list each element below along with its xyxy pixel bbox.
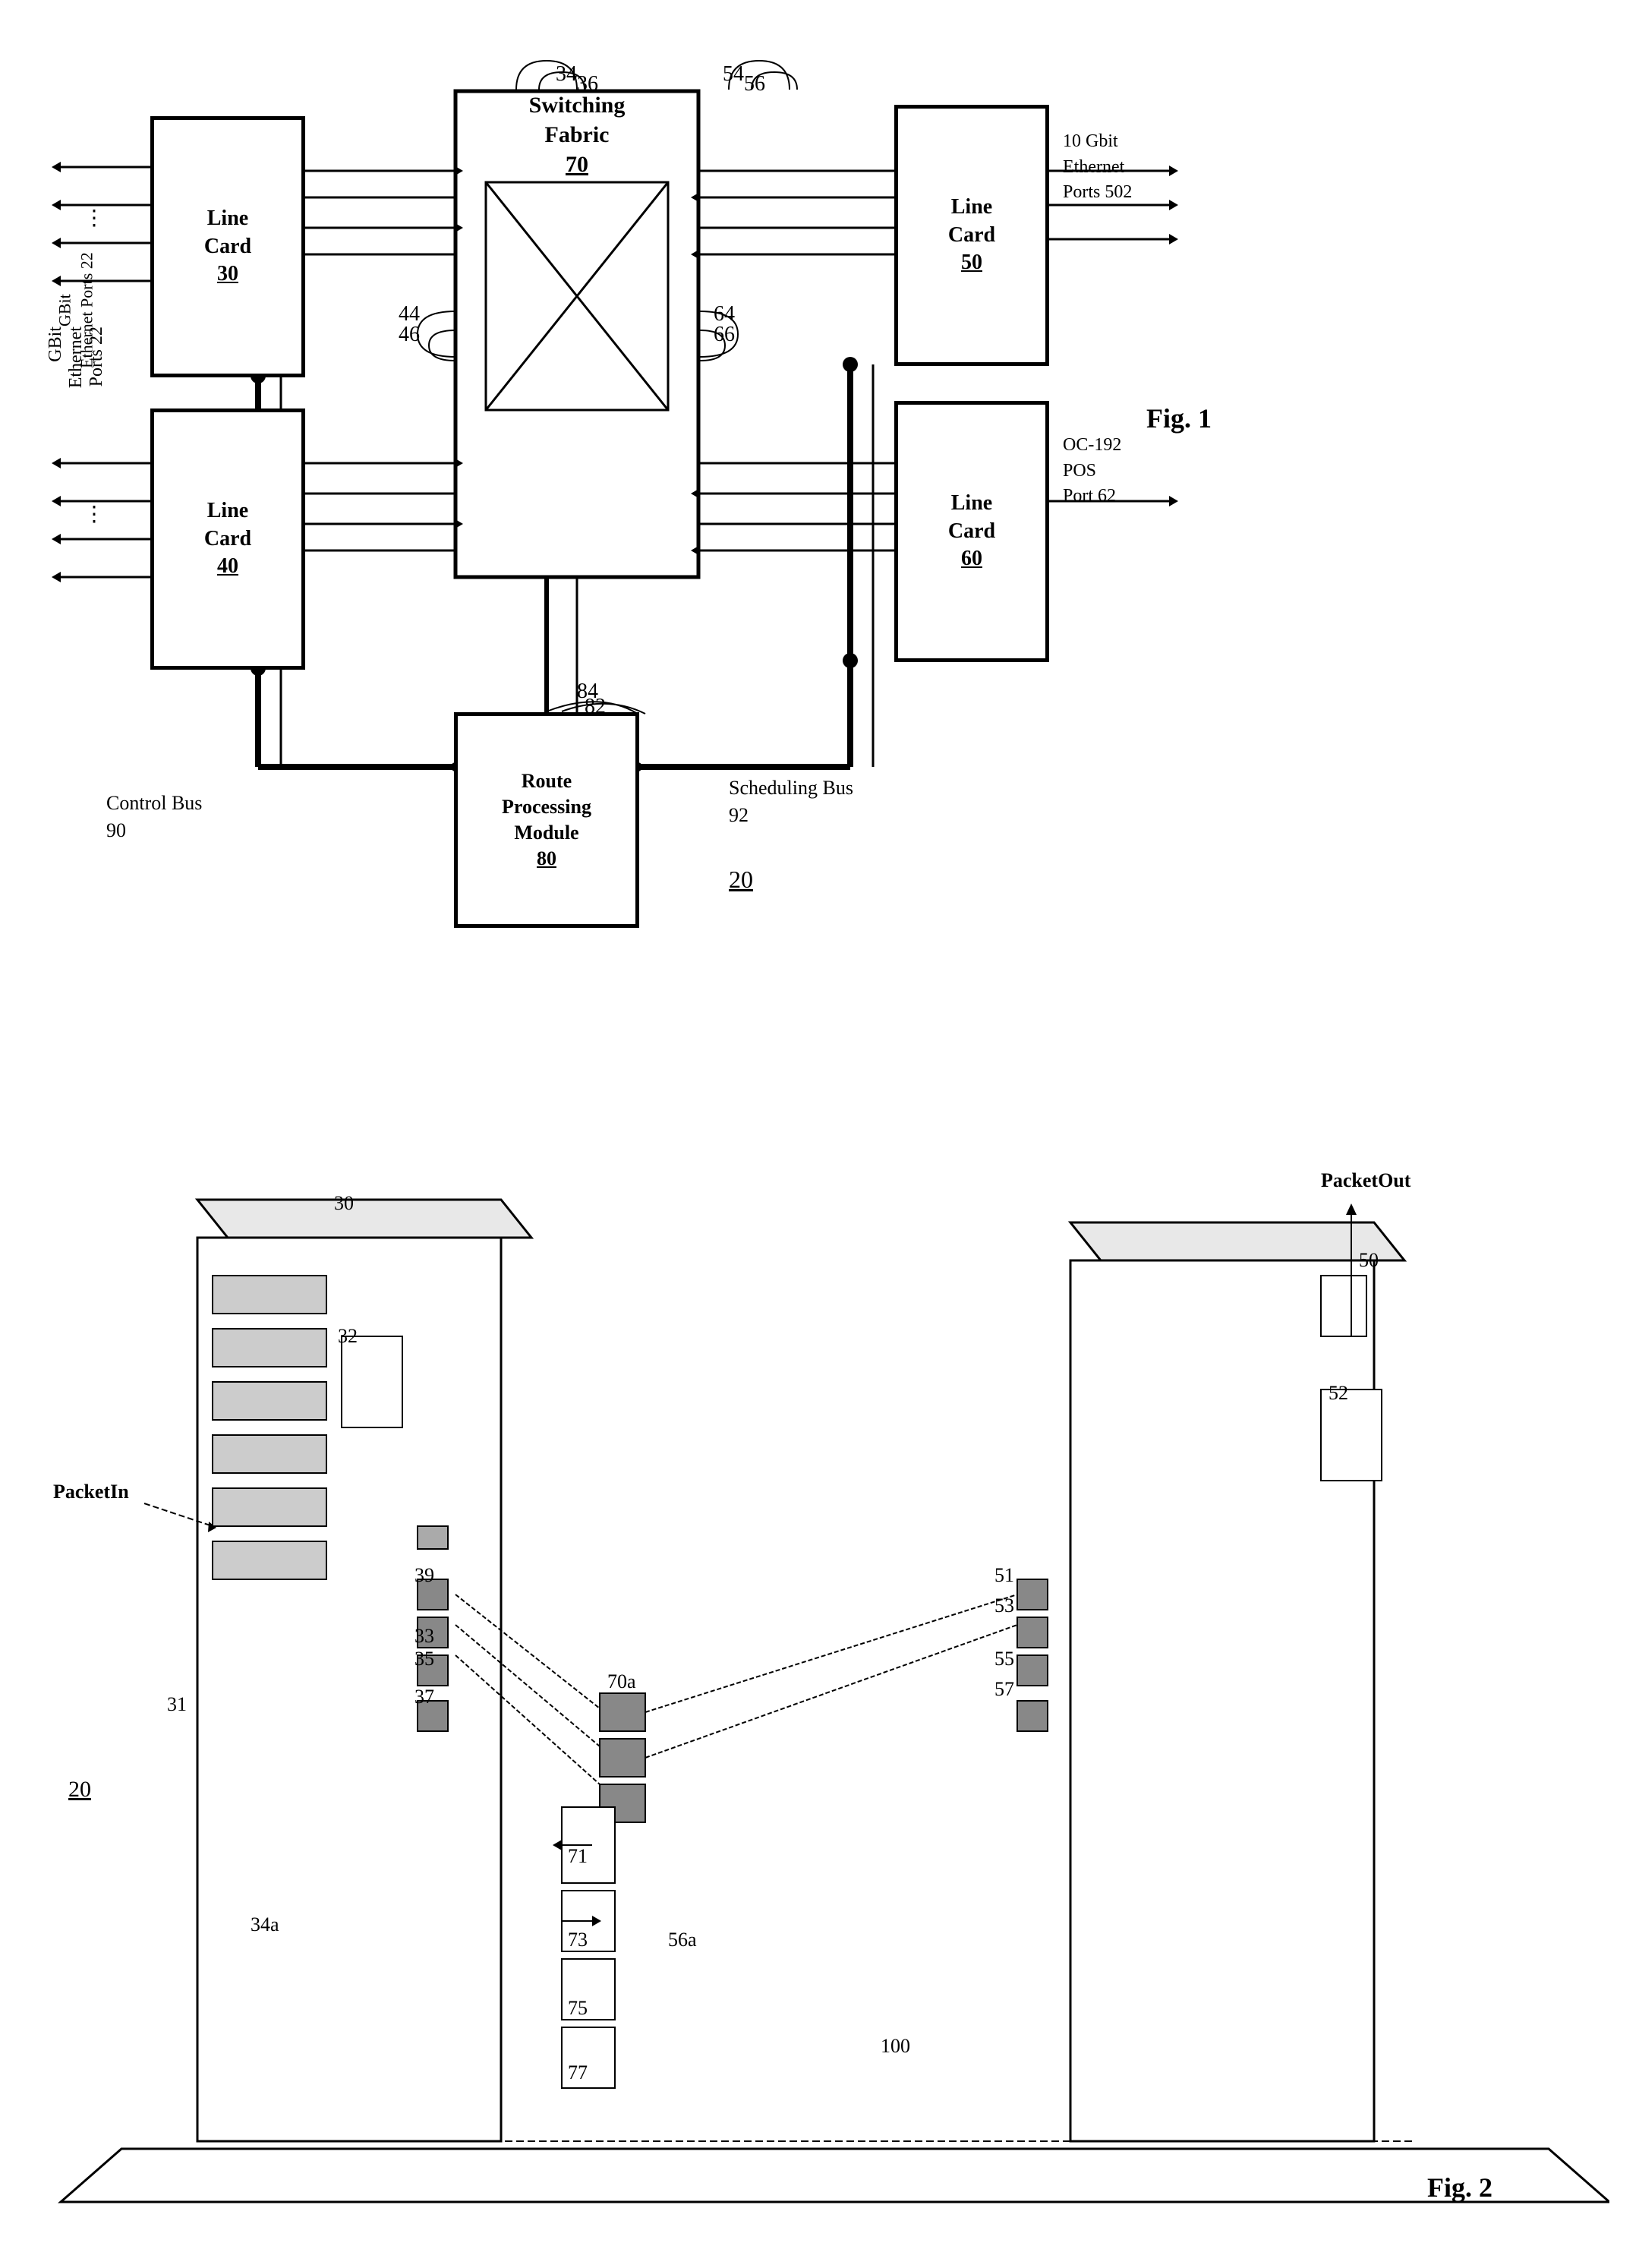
ref2-39: 39	[414, 1564, 434, 1587]
fig2-container: PacketIn PacketOut 30 31 32 33 34a 35 37…	[46, 1124, 1609, 2232]
ref2-100: 100	[881, 2035, 910, 2058]
packet-out-label: PacketOut	[1321, 1169, 1410, 1192]
ref-66: 66	[714, 323, 735, 347]
lc40-number: 40	[217, 554, 238, 578]
ref-46: 46	[399, 323, 420, 347]
ref2-56a: 56a	[668, 1929, 697, 1951]
rpm80-box: RouteProcessingModule80	[455, 714, 638, 926]
oc192-label: OC-192POSPort 62	[1063, 433, 1121, 509]
ref2-57: 57	[994, 1678, 1014, 1701]
lc50-number: 50	[961, 251, 982, 274]
lc60-number: 60	[961, 547, 982, 570]
ref2-55: 55	[994, 1648, 1014, 1670]
lc60-box: LineCard60	[896, 402, 1048, 661]
packet-in-label: PacketIn	[53, 1481, 129, 1503]
ref2-34a: 34a	[251, 1913, 279, 1936]
scheduling-bus-label: Scheduling Bus92	[729, 774, 853, 830]
fig1-container: LineCard30 LineCard40 SwitchingFabric70 …	[46, 30, 1609, 1078]
ref2-71: 71	[568, 1845, 588, 1868]
dots-lc40: ⋮	[84, 501, 105, 527]
ref2-33: 33	[414, 1625, 434, 1648]
ref2-73: 73	[568, 1929, 588, 1951]
fig2-system-text: 20	[68, 1777, 91, 1802]
ref2-52: 52	[1329, 1382, 1348, 1405]
rpm80-number: 80	[537, 847, 556, 869]
ref-36: 36	[577, 72, 598, 96]
lc30-box: LineCard30	[152, 118, 304, 376]
ref2-50: 50	[1359, 1249, 1379, 1272]
sf70-label: SwitchingFabric70	[455, 91, 698, 178]
ref2-30: 30	[334, 1192, 354, 1215]
ref2-31: 31	[167, 1693, 187, 1716]
fig2-system-num: 20	[68, 1777, 91, 1803]
gbit-label2: GBitEthernet Ports 22	[54, 235, 97, 386]
ref-34: 34	[556, 62, 577, 87]
fig2-label: Fig. 2	[1427, 2172, 1492, 2203]
control-bus-label: Control Bus90	[106, 790, 202, 845]
lc50-box: LineCard50	[896, 106, 1048, 364]
lc40-box: LineCard40	[152, 410, 304, 668]
ref2-77: 77	[568, 2061, 588, 2084]
ref2-35: 35	[414, 1648, 434, 1670]
ref2-53: 53	[994, 1595, 1014, 1617]
ref-82: 82	[585, 695, 606, 719]
system-num-20: 20	[729, 866, 753, 894]
lc30-number: 30	[217, 262, 238, 285]
ref2-75: 75	[568, 1997, 588, 2020]
page: LineCard30 LineCard40 SwitchingFabric70 …	[0, 0, 1639, 2268]
ethernet-10g-label: 10 GbitEthernetPorts 502	[1063, 129, 1132, 206]
ref-56: 56	[744, 72, 765, 96]
sf70-number: 70	[566, 152, 588, 177]
fig1-label: Fig. 1	[1146, 402, 1212, 434]
system-num-text: 20	[729, 866, 753, 893]
dots-lc30: ⋮	[84, 205, 105, 231]
ref2-32: 32	[338, 1325, 358, 1348]
ref2-51: 51	[994, 1564, 1014, 1587]
ref2-37: 37	[414, 1686, 434, 1708]
ref2-70a: 70a	[607, 1670, 636, 1693]
ports52-ref: 50	[1105, 182, 1123, 202]
ref-54: 54	[723, 62, 744, 87]
